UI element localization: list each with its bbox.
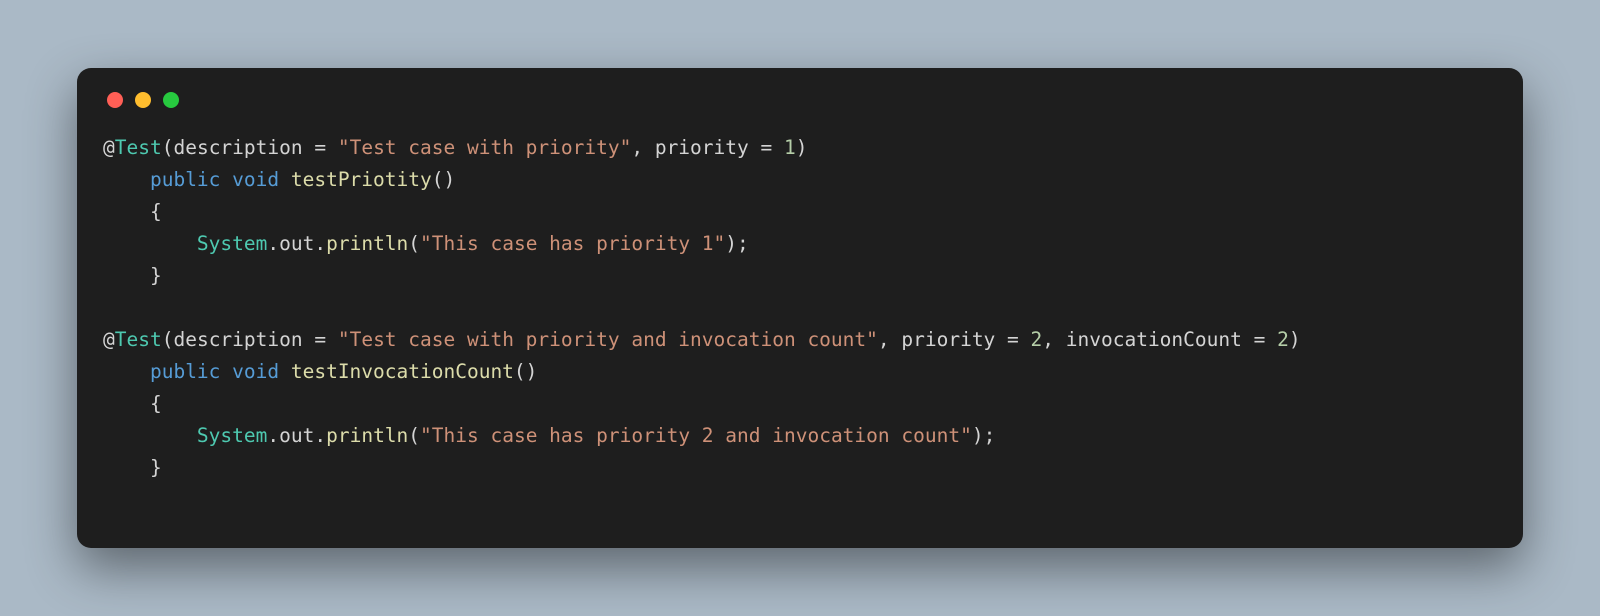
token: ) — [1289, 328, 1301, 351]
token: public void — [150, 360, 279, 383]
code-line: { — [103, 388, 1497, 420]
token: description — [173, 136, 314, 159]
code-line: public void testInvocationCount() — [103, 356, 1497, 388]
code-block: @Test(description = "Test case with prio… — [103, 132, 1497, 484]
token: . — [314, 232, 326, 255]
maximize-icon[interactable] — [163, 92, 179, 108]
token — [279, 360, 291, 383]
token: 1 — [784, 136, 796, 159]
token: ) — [796, 136, 808, 159]
token: println — [326, 232, 408, 255]
token: = — [761, 136, 784, 159]
token: ); — [725, 232, 748, 255]
token: priority — [655, 136, 761, 159]
token: public void — [150, 168, 279, 191]
token: "This case has priority 1" — [420, 232, 725, 255]
token: , — [631, 136, 654, 159]
code-line: System.out.println("This case has priori… — [103, 420, 1497, 452]
token: = — [1007, 328, 1030, 351]
token: . — [267, 424, 279, 447]
token: @ — [103, 328, 115, 351]
token: () — [514, 360, 537, 383]
token: println — [326, 424, 408, 447]
code-line: System.out.println("This case has priori… — [103, 228, 1497, 260]
token: System — [197, 424, 267, 447]
token: "Test case with priority" — [338, 136, 632, 159]
token: @ — [103, 136, 115, 159]
code-line: } — [103, 452, 1497, 484]
token: ); — [972, 424, 995, 447]
token: "This case has priority 2 and invocation… — [420, 424, 972, 447]
token: } — [150, 264, 162, 287]
token: "Test case with priority and invocation … — [338, 328, 878, 351]
token — [279, 168, 291, 191]
token: ( — [162, 136, 174, 159]
token: ( — [408, 232, 420, 255]
close-icon[interactable] — [107, 92, 123, 108]
token: invocationCount — [1066, 328, 1254, 351]
token: 2 — [1031, 328, 1043, 351]
token: , — [1042, 328, 1065, 351]
token: . — [267, 232, 279, 255]
token: { — [150, 392, 162, 415]
token: ( — [408, 424, 420, 447]
code-line: { — [103, 196, 1497, 228]
code-window: @Test(description = "Test case with prio… — [77, 68, 1523, 548]
code-line: public void testPriotity() — [103, 164, 1497, 196]
token: Test — [115, 328, 162, 351]
token: testInvocationCount — [291, 360, 514, 383]
token: = — [1254, 328, 1277, 351]
token: System — [197, 232, 267, 255]
code-line: } — [103, 260, 1497, 292]
minimize-icon[interactable] — [135, 92, 151, 108]
token: Test — [115, 136, 162, 159]
code-line: @Test(description = "Test case with prio… — [103, 324, 1497, 356]
token: ( — [162, 328, 174, 351]
token: description — [173, 328, 314, 351]
token: . — [314, 424, 326, 447]
token: out — [279, 424, 314, 447]
code-line: @Test(description = "Test case with prio… — [103, 132, 1497, 164]
token: = — [314, 136, 337, 159]
token: } — [150, 456, 162, 479]
token: () — [432, 168, 455, 191]
token: testPriotity — [291, 168, 432, 191]
window-controls — [103, 92, 1497, 108]
token: out — [279, 232, 314, 255]
code-line — [103, 292, 1497, 324]
token: 2 — [1277, 328, 1289, 351]
token: , — [878, 328, 901, 351]
token: priority — [901, 328, 1007, 351]
token: { — [150, 200, 162, 223]
token: = — [314, 328, 337, 351]
